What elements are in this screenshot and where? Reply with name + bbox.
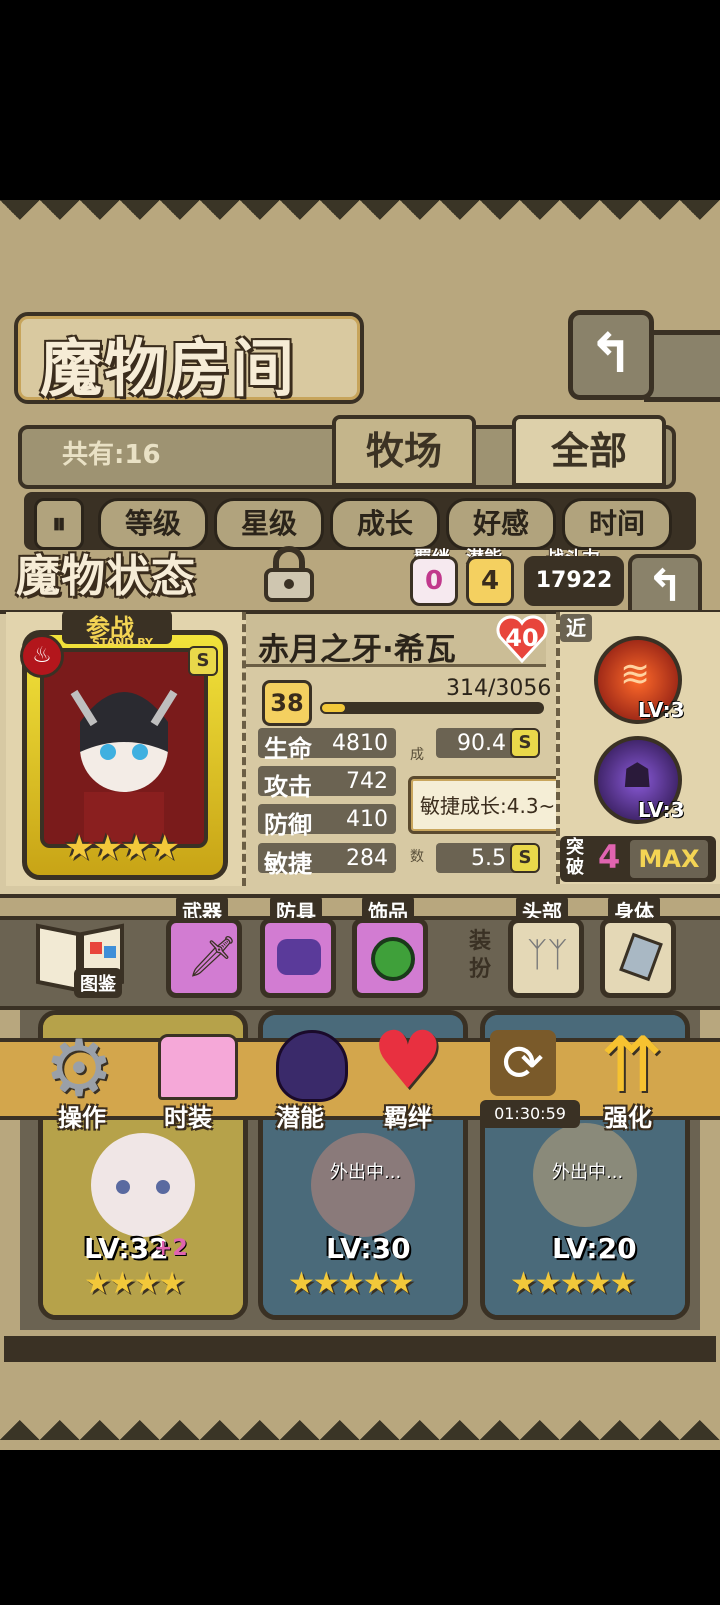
attr-value: 284: [346, 846, 388, 871]
attr-label: 攻击: [264, 773, 312, 801]
accessory-slot[interactable]: [352, 918, 428, 998]
bond-level-badge: 38: [262, 680, 312, 726]
growth-value: 90.4: [457, 731, 506, 756]
exp-bar: [320, 702, 544, 714]
body-slot[interactable]: [600, 918, 676, 998]
range-label: 近: [560, 614, 592, 642]
action-label: 强化: [604, 1104, 652, 1132]
growth-mark: 成: [410, 747, 424, 763]
monster-level: 40: [505, 624, 539, 652]
attr-label: 防御: [264, 811, 312, 839]
grade-icon: S: [510, 728, 540, 758]
grade-badge: S: [188, 646, 218, 676]
bond-value: 0: [410, 556, 458, 606]
fire-element-icon: ♨: [20, 634, 64, 678]
sort-star-button[interactable]: 星级: [214, 498, 324, 550]
bottom-border: [0, 1400, 720, 1450]
armor-slot[interactable]: [260, 918, 336, 998]
refresh-icon: ⟳: [490, 1030, 556, 1096]
sort-affection-button[interactable]: 好感: [446, 498, 556, 550]
gauntlet-icon: [277, 939, 321, 975]
monster-portrait: [40, 648, 208, 848]
page-title: 魔物房间: [40, 332, 297, 405]
hooded-figure-icon: ☗: [622, 756, 653, 796]
top-border: [0, 200, 720, 240]
crystal-icon: [619, 932, 663, 982]
attr-value: 410: [346, 807, 388, 832]
dress-label: 装扮: [468, 929, 491, 982]
back-button[interactable]: ↰: [568, 310, 654, 400]
sort-time-button[interactable]: 时间: [562, 498, 672, 550]
sort-growth-button[interactable]: 成长: [330, 498, 440, 550]
monster-level: LV:30: [326, 1232, 411, 1265]
monster-level: LV:20: [552, 1232, 637, 1265]
monster-bonus: +2: [154, 1236, 188, 1261]
header-rail: [644, 330, 720, 402]
star-rating: ★★★★★: [510, 1266, 636, 1301]
potential-value: 4: [466, 556, 514, 606]
star-rating: ★★★★★: [288, 1266, 414, 1301]
dress-icon: [158, 1034, 238, 1100]
attr-label: 敏捷: [264, 850, 312, 878]
away-status: 外出中...: [330, 1162, 402, 1183]
growth-mark: 数: [410, 849, 424, 865]
eye-amulet-icon: [371, 937, 415, 981]
claw-icon: ≋: [620, 654, 651, 695]
book-label: 图鉴: [74, 968, 122, 998]
heart-icon: ♥: [372, 1014, 444, 1107]
action-label: 潜能: [276, 1104, 324, 1132]
arrow-up-icon: ⇈: [600, 1020, 664, 1109]
skill-level: LV:3: [638, 798, 685, 822]
exp-fill: [322, 704, 345, 712]
bottom-frame: [4, 1336, 716, 1362]
action-label: 羁绊: [384, 1104, 432, 1132]
grade-icon: S: [510, 843, 540, 873]
breakthrough-label: 突破: [566, 837, 584, 878]
deploy-sublabel: STAND BY: [92, 636, 153, 649]
refresh-timer: 01:30:59: [480, 1100, 580, 1128]
collection-count: 共有:16: [62, 440, 161, 470]
tab-all[interactable]: 全部: [512, 415, 666, 487]
power-value: 17922: [524, 556, 624, 606]
exp-text: 314/3056: [446, 676, 552, 701]
return-icon: ↰: [588, 322, 634, 385]
return-icon: ↰: [646, 561, 684, 612]
monster-name: 赤月之牙·希瓦: [258, 632, 456, 668]
horns-icon: ᛉᛉ: [527, 935, 568, 975]
star-rating: ★★★★: [64, 828, 180, 868]
dagger-icon: 🗡: [187, 934, 238, 980]
breakthrough-value: 4: [598, 838, 621, 876]
action-label: 时装: [164, 1104, 212, 1132]
skill-level: LV:3: [638, 698, 685, 722]
head-slot[interactable]: ᛉᛉ: [508, 918, 584, 998]
pause-icon: ⏸: [51, 507, 66, 540]
monster-art: [44, 652, 204, 844]
attr-label: 生命: [264, 735, 312, 763]
weapon-slot[interactable]: 🗡: [166, 918, 242, 998]
action-label: 操作: [58, 1104, 106, 1132]
attr-value: 742: [346, 769, 388, 794]
status-title: 魔物状态: [16, 551, 196, 602]
growth-value: 5.5: [471, 846, 506, 871]
demon-icon: [276, 1030, 348, 1102]
lock-icon[interactable]: [262, 546, 316, 602]
tab-ranch[interactable]: 牧场: [332, 415, 476, 487]
max-badge: MAX: [630, 840, 708, 878]
away-status: 外出中...: [552, 1162, 624, 1183]
attr-value: 4810: [332, 731, 388, 756]
star-rating: ★★★★: [84, 1266, 186, 1301]
